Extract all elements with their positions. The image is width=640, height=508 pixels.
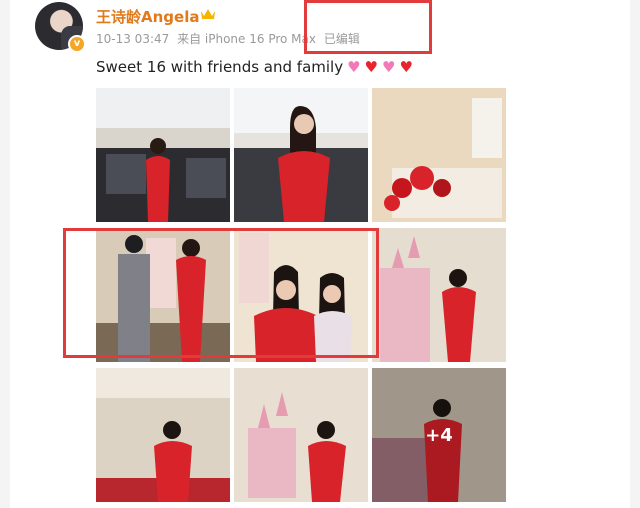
- crown-icon: [201, 9, 215, 19]
- photo-8[interactable]: [234, 368, 368, 502]
- annotation-box-edited: [304, 0, 432, 54]
- heart-pink-icon: ♥: [347, 57, 361, 76]
- heart-red-icon: ♥: [399, 57, 413, 76]
- photo-1[interactable]: [96, 88, 230, 222]
- photo-3[interactable]: [372, 88, 506, 222]
- photo-6[interactable]: [372, 228, 506, 362]
- photo-9[interactable]: +4: [372, 368, 506, 502]
- photo-7[interactable]: [96, 368, 230, 502]
- heart-pink-icon: ♥: [382, 57, 396, 76]
- post-caption: Sweet 16 with friends and family ♥ ♥ ♥ ♥: [96, 58, 413, 76]
- v-badge-icon: v: [68, 35, 86, 53]
- post-date: 10-13 03:47: [96, 32, 170, 46]
- post-source: 来自 iPhone 16 Pro Max: [177, 32, 316, 46]
- annotation-box-photos: [63, 228, 379, 358]
- photo-2[interactable]: [234, 88, 368, 222]
- caption-text: Sweet 16 with friends and family: [96, 58, 344, 76]
- more-photos-overlay[interactable]: +4: [372, 368, 506, 502]
- username[interactable]: 王诗龄Angela: [96, 6, 199, 27]
- heart-red-icon: ♥: [364, 57, 378, 76]
